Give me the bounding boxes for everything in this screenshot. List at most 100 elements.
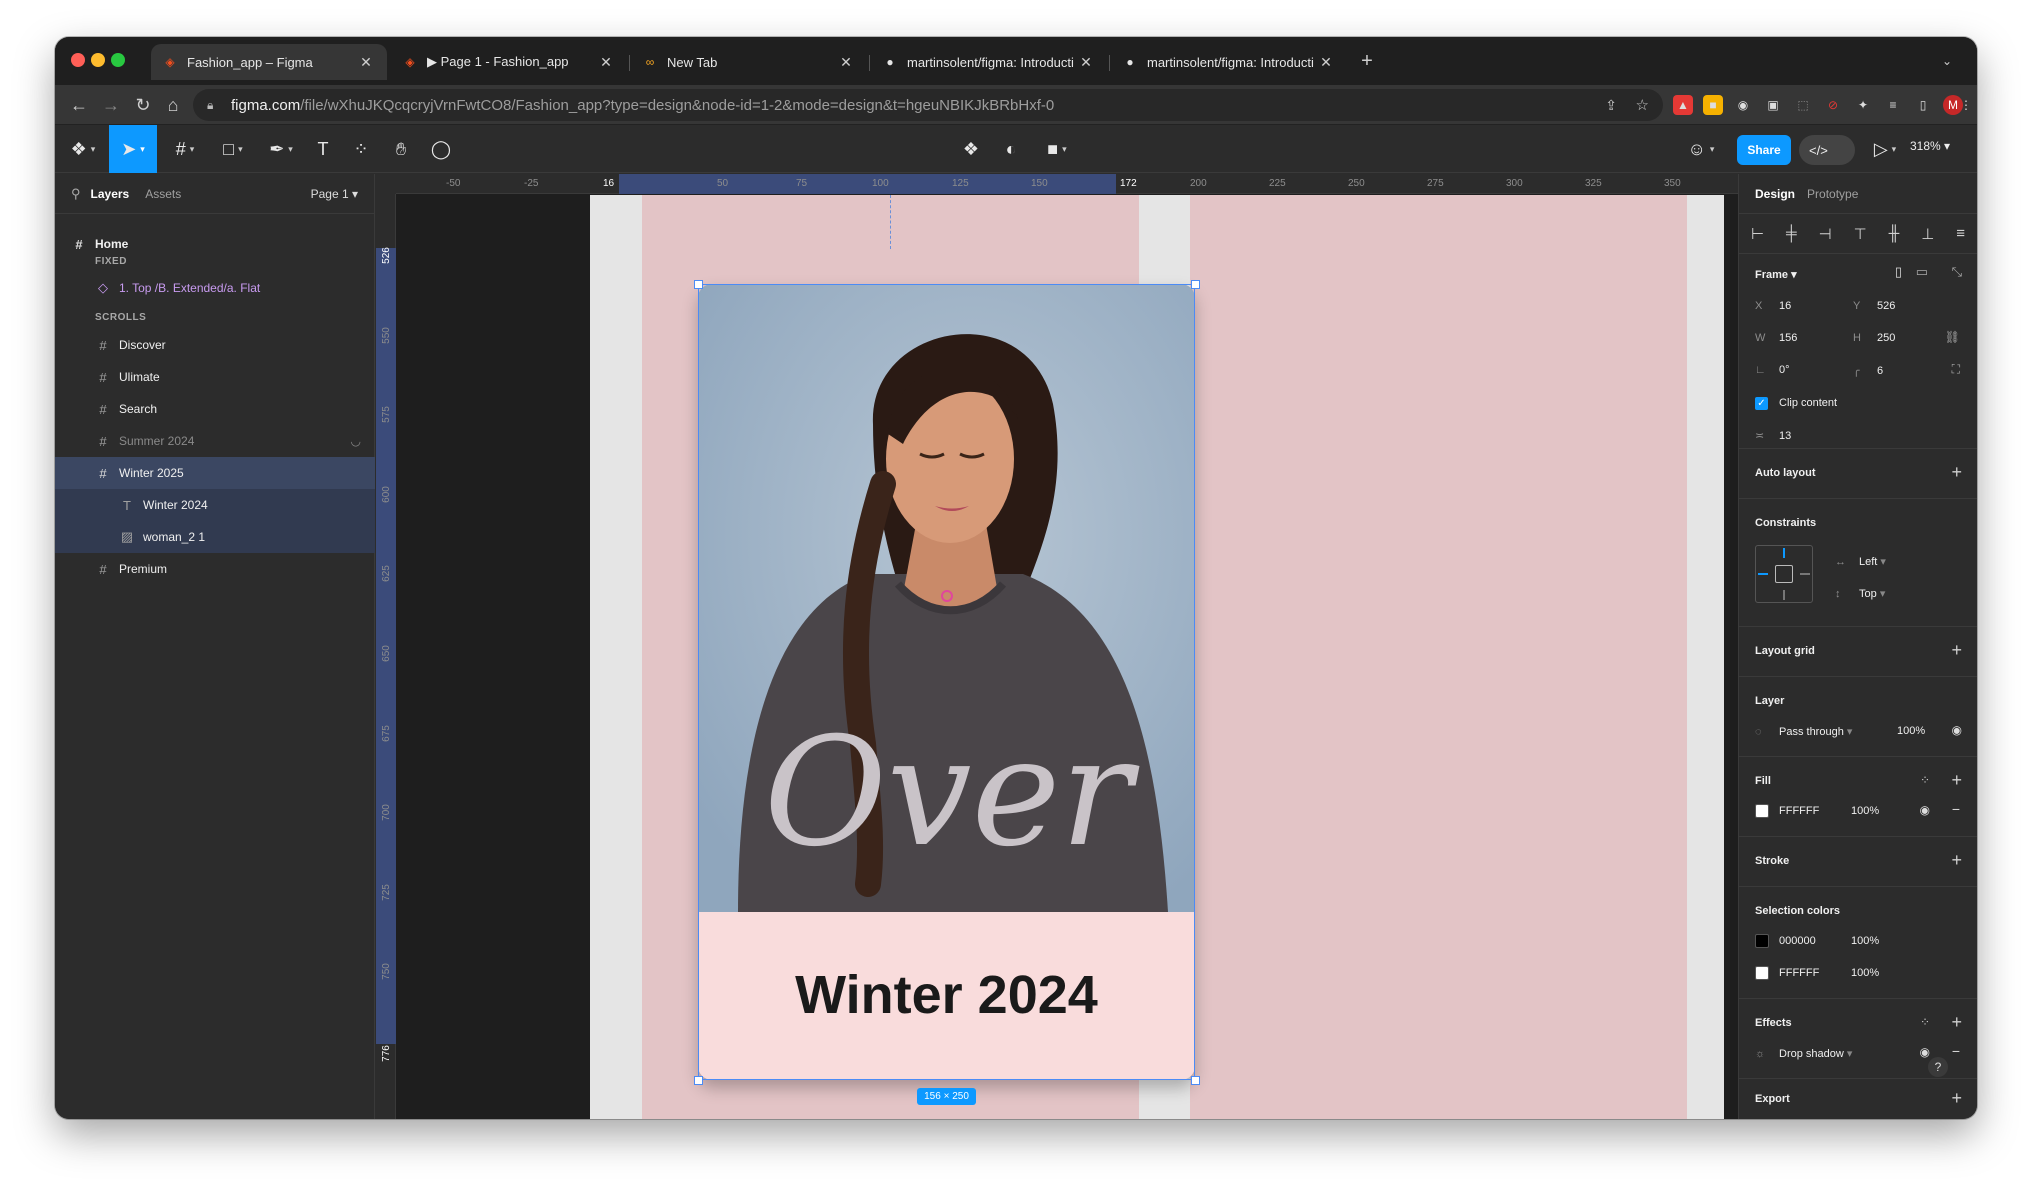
browser-tab[interactable]: ● martinsolent/figma: Introducti ✕ [871,44,1107,80]
color-opacity[interactable]: 100% [1851,967,1879,979]
frame-label[interactable]: Frame ▾ [1755,268,1797,281]
shape-tool-icon[interactable]: □ ▾ [213,125,253,173]
mask-icon[interactable]: ◐ [995,125,1027,173]
side-panel-icon[interactable]: ▯ [1913,95,1933,115]
vertical-constraint-select[interactable]: ↕ Top ▾ [1835,587,1885,600]
color-hex[interactable]: 000000 [1779,935,1816,947]
extension-icon[interactable]: ▣ [1763,95,1783,115]
home-icon[interactable]: ⌂ [161,93,185,117]
forward-icon[interactable]: → [99,93,123,117]
rotation-field[interactable]: ∟ 0° [1755,364,1790,376]
color-swatch[interactable] [1755,966,1769,980]
comment-tool-icon[interactable]: ◯ [425,125,457,173]
move-tool-icon[interactable]: ➤ ▾ [109,125,157,173]
resize-to-fit-icon[interactable]: ⤡ [1952,264,1962,280]
fill-hex-field[interactable]: FFFFFF [1779,805,1819,817]
layer-woman-image[interactable]: ▨ woman_2 1 [55,521,375,553]
page-selector[interactable]: Page 1 ▾ [311,187,358,201]
fill-swatch[interactable] [1755,804,1769,818]
add-export-icon[interactable]: + [1951,1089,1962,1107]
styles-grid-icon[interactable]: ⁘ [1920,773,1930,787]
color-swatch[interactable] [1755,934,1769,948]
url-field[interactable]: 🔒︎ figma.com/file/wXhuJKQcqcryjVrnFwtCO8… [193,89,1663,121]
zoom-level[interactable]: 318% ▾ [1910,139,1950,153]
y-field[interactable]: Y 526 [1853,300,1895,312]
clip-content-checkbox[interactable]: ✓ [1755,397,1768,410]
resize-handle[interactable] [1191,1076,1200,1085]
close-window-button[interactable] [71,53,85,67]
h-field[interactable]: H 250 [1853,332,1895,344]
reload-icon[interactable]: ↻ [131,93,155,117]
align-center-h-icon[interactable]: ╪ [1786,225,1797,242]
constrain-proportions-icon[interactable]: ⛓ [1945,330,1960,344]
add-layout-grid-icon[interactable]: + [1951,641,1962,659]
layer-winter-2025[interactable]: # Winter 2025 [55,457,375,489]
distribute-icon[interactable]: ≡ [1956,225,1965,242]
text-tool-icon[interactable]: T [307,125,339,173]
x-field[interactable]: X 16 [1755,300,1791,312]
reading-list-icon[interactable]: ≡ [1883,95,1903,115]
tab-assets[interactable]: Assets [145,187,181,201]
tab-design[interactable]: Design [1755,187,1795,201]
card-title[interactable]: Winter 2024 [698,964,1195,1026]
resize-handle[interactable] [694,1076,703,1085]
spacing-field[interactable]: ≍ 13 [1755,429,1791,442]
figma-menu-icon[interactable]: ❖ ▾ [63,125,103,173]
fill-opacity-field[interactable]: 100% [1851,805,1879,817]
puzzle-icon[interactable]: ✦ [1853,95,1873,115]
browser-tab[interactable]: ◈ ▶ Page 1 - Fashion_app ✕ [391,44,627,80]
resources-icon[interactable]: ⁘ [345,125,377,173]
browser-tab[interactable]: ∞ New Tab ✕ [631,44,867,80]
search-icon[interactable]: ⚲ [71,186,81,202]
frame-tool-icon[interactable]: # ▾ [165,125,205,173]
close-tab-icon[interactable]: ✕ [1317,54,1335,71]
align-middle-icon[interactable]: ╫ [1889,225,1900,242]
dev-mode-toggle[interactable]: </> [1799,135,1855,165]
extension-icon[interactable]: ▲ [1673,95,1693,115]
add-fill-icon[interactable]: + [1951,771,1962,789]
landscape-icon[interactable]: ▭ [1916,264,1928,280]
align-right-icon[interactable]: ⊣ [1819,225,1832,243]
menu-kebab-icon[interactable]: ⋮ [1960,95,1972,115]
styles-grid-icon[interactable]: ⁘ [1920,1015,1930,1029]
add-auto-layout-icon[interactable]: + [1951,463,1962,481]
component-icon[interactable]: ❖ [955,125,987,173]
extension-icon[interactable]: ■ [1703,95,1723,115]
layer-summer-2024[interactable]: # Summer 2024 ◡ [55,425,375,457]
eye-icon[interactable]: ◉ [1952,723,1962,737]
maximize-window-button[interactable] [111,53,125,67]
color-opacity[interactable]: 100% [1851,935,1879,947]
close-tab-icon[interactable]: ✕ [357,54,375,71]
share-page-icon[interactable]: ⇪ [1605,97,1617,114]
add-effect-icon[interactable]: + [1951,1013,1962,1031]
hand-tool-icon[interactable]: ✋︎ [385,125,417,173]
minimize-window-button[interactable] [91,53,105,67]
tab-layers[interactable]: Layers [91,187,130,201]
horizontal-constraint-select[interactable]: ↔ Left ▾ [1835,555,1886,568]
blend-mode-select[interactable]: ◌ Pass through ▾ [1755,725,1852,738]
eye-icon[interactable]: ◉ [1920,1045,1930,1059]
browser-tab[interactable]: ● martinsolent/figma: Introducti ✕ [1111,44,1347,80]
winter-2025-card[interactable]: Over Winter 2024 [698,284,1195,1080]
portrait-icon[interactable]: ▯ [1895,264,1902,280]
present-play-icon[interactable]: ▷ ▾ [1865,125,1905,173]
align-bottom-icon[interactable]: ⊥ [1921,225,1934,243]
close-tab-icon[interactable]: ✕ [597,54,615,71]
back-icon[interactable]: ← [67,93,91,117]
camera-icon[interactable]: ◉ [1733,95,1753,115]
remove-effect-icon[interactable]: − [1952,1043,1960,1059]
new-tab-button[interactable]: + [1355,49,1379,73]
effect-type-select[interactable]: ☼ Drop shadow ▾ [1755,1047,1852,1060]
effect-settings-icon[interactable]: ☼ [1755,1048,1767,1060]
close-tab-icon[interactable]: ✕ [837,54,855,71]
independent-corners-icon[interactable]: ⛶ [1952,362,1960,377]
boolean-icon[interactable]: ■ ▾ [1035,125,1079,173]
tab-prototype[interactable]: Prototype [1807,187,1858,201]
hidden-eye-icon[interactable]: ◡ [351,434,361,448]
browser-tab[interactable]: ◈ Fashion_app – Figma ✕ [151,44,387,80]
share-button[interactable]: Share [1737,135,1791,165]
bookmark-star-icon[interactable]: ☆ [1636,96,1649,114]
layer-fixed-instance[interactable]: ◇ 1. Top /B. Extended/a. Flat [55,272,375,304]
resize-handle[interactable] [1191,280,1200,289]
align-top-icon[interactable]: ⊤ [1854,225,1867,243]
